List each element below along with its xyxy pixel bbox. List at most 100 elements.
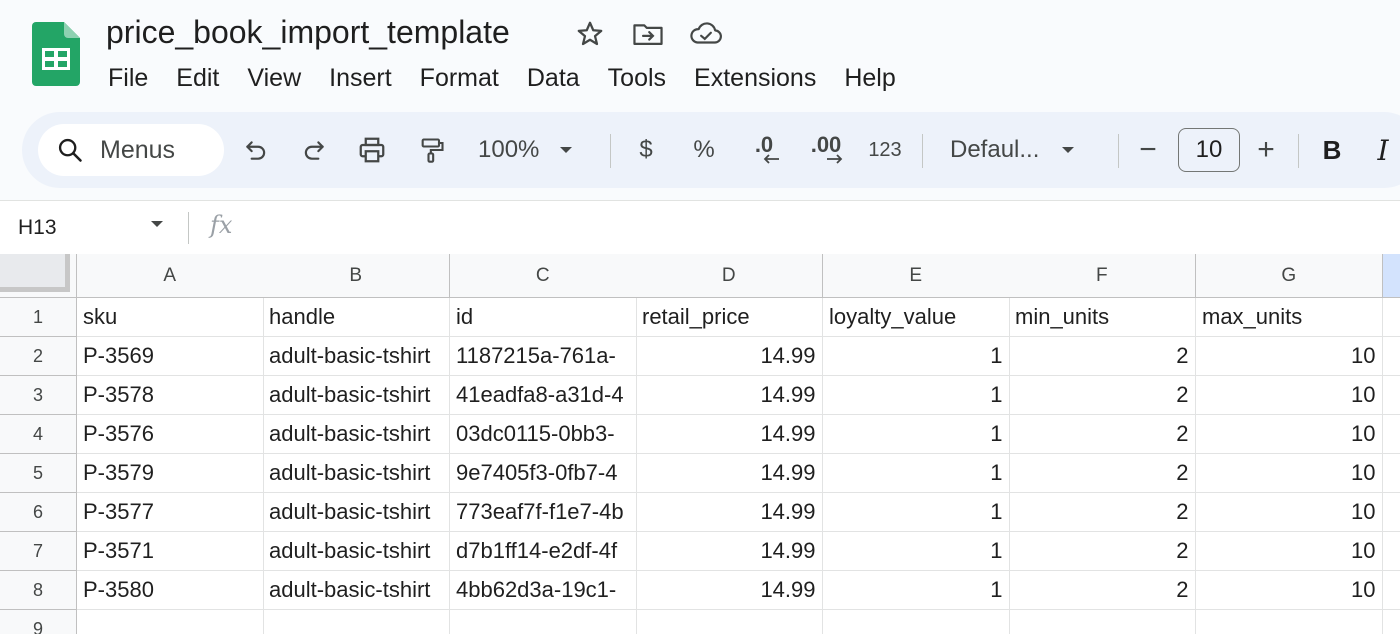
menu-format[interactable]: Format: [406, 58, 513, 98]
menu-file[interactable]: File: [94, 58, 162, 98]
data-cell[interactable]: 14.99: [636, 493, 823, 532]
empty-cell[interactable]: [1383, 532, 1400, 571]
data-cell[interactable]: 1: [823, 376, 1010, 415]
increase-font-size-button[interactable]: +: [1246, 124, 1286, 176]
empty-cell[interactable]: [1383, 415, 1400, 454]
data-cell[interactable]: 10: [1196, 337, 1383, 376]
percent-format-button[interactable]: %: [684, 124, 724, 176]
data-cell[interactable]: 14.99: [636, 337, 823, 376]
font-family-select[interactable]: Defaul...: [942, 124, 1122, 176]
font-size-input[interactable]: 10: [1178, 128, 1240, 172]
data-cell[interactable]: 2: [1009, 337, 1196, 376]
menu-extensions[interactable]: Extensions: [680, 58, 830, 98]
data-cell[interactable]: 14.99: [636, 376, 823, 415]
data-cell[interactable]: P-3577: [77, 493, 264, 532]
row-header[interactable]: 9: [0, 610, 77, 634]
column-header-b[interactable]: B: [263, 254, 450, 298]
data-cell[interactable]: 1187215a-761a-: [450, 337, 637, 376]
data-cell[interactable]: 1: [823, 571, 1010, 610]
column-header-e[interactable]: E: [823, 254, 1010, 298]
data-cell[interactable]: 10: [1196, 493, 1383, 532]
print-button[interactable]: [350, 124, 394, 176]
data-cell[interactable]: 10: [1196, 532, 1383, 571]
cloud-saved-icon[interactable]: [686, 14, 726, 54]
menu-tools[interactable]: Tools: [594, 58, 680, 98]
data-cell[interactable]: 2: [1009, 532, 1196, 571]
data-cell[interactable]: 41eadfa8-a31d-4: [450, 376, 637, 415]
column-header-c[interactable]: C: [450, 254, 637, 298]
header-cell[interactable]: retail_price: [636, 298, 823, 337]
data-cell[interactable]: 10: [1196, 376, 1383, 415]
empty-cell[interactable]: [1383, 298, 1400, 337]
row-header[interactable]: 1: [0, 298, 77, 337]
data-cell[interactable]: 4bb62d3a-19c1-: [450, 571, 637, 610]
menu-view[interactable]: View: [233, 58, 315, 98]
row-header[interactable]: 8: [0, 571, 77, 610]
data-cell[interactable]: 14.99: [636, 571, 823, 610]
header-cell[interactable]: max_units: [1196, 298, 1383, 337]
currency-format-button[interactable]: $: [626, 124, 666, 176]
column-header-h[interactable]: [1383, 254, 1400, 298]
empty-cell[interactable]: [1383, 454, 1400, 493]
menu-search[interactable]: Menus: [38, 124, 224, 176]
number-format-button[interactable]: 123: [862, 124, 908, 176]
menu-help[interactable]: Help: [830, 58, 909, 98]
data-cell[interactable]: P-3576: [77, 415, 264, 454]
data-cell[interactable]: 9e7405f3-0fb7-4: [450, 454, 637, 493]
undo-button[interactable]: [234, 124, 278, 176]
header-cell[interactable]: handle: [263, 298, 450, 337]
data-cell[interactable]: 10: [1196, 454, 1383, 493]
data-cell[interactable]: 2: [1009, 376, 1196, 415]
row-header[interactable]: 2: [0, 337, 77, 376]
sheets-logo-icon[interactable]: [32, 22, 80, 86]
empty-cell[interactable]: [1383, 337, 1400, 376]
header-cell[interactable]: loyalty_value: [823, 298, 1010, 337]
data-cell[interactable]: adult-basic-tshirt: [263, 454, 450, 493]
data-cell[interactable]: P-3579: [77, 454, 264, 493]
data-cell[interactable]: 1: [823, 415, 1010, 454]
data-cell[interactable]: adult-basic-tshirt: [263, 415, 450, 454]
data-cell[interactable]: P-3571: [77, 532, 264, 571]
data-cell[interactable]: adult-basic-tshirt: [263, 532, 450, 571]
header-cell[interactable]: sku: [77, 298, 264, 337]
menu-edit[interactable]: Edit: [162, 58, 233, 98]
empty-cell[interactable]: [1196, 610, 1383, 634]
data-cell[interactable]: adult-basic-tshirt: [263, 337, 450, 376]
empty-cell[interactable]: [1009, 610, 1196, 634]
row-header[interactable]: 5: [0, 454, 77, 493]
empty-cell[interactable]: [1383, 493, 1400, 532]
chevron-down-icon[interactable]: [150, 219, 164, 229]
data-cell[interactable]: 10: [1196, 415, 1383, 454]
data-cell[interactable]: adult-basic-tshirt: [263, 493, 450, 532]
italic-button[interactable]: I: [1368, 124, 1398, 176]
menu-data[interactable]: Data: [513, 58, 594, 98]
column-header-d[interactable]: D: [636, 254, 823, 298]
increase-decimal-button[interactable]: .00: [800, 124, 852, 176]
column-header-g[interactable]: G: [1196, 254, 1383, 298]
menu-insert[interactable]: Insert: [315, 58, 406, 98]
data-cell[interactable]: 14.99: [636, 415, 823, 454]
data-cell[interactable]: 2: [1009, 493, 1196, 532]
data-cell[interactable]: adult-basic-tshirt: [263, 376, 450, 415]
corner-freeze-handle[interactable]: [0, 254, 70, 292]
data-cell[interactable]: 10: [1196, 571, 1383, 610]
data-cell[interactable]: 03dc0115-0bb3-: [450, 415, 637, 454]
zoom-select[interactable]: 100%: [470, 124, 600, 176]
data-cell[interactable]: P-3569: [77, 337, 264, 376]
empty-cell[interactable]: [1383, 571, 1400, 610]
data-cell[interactable]: 773eaf7f-f1e7-4b: [450, 493, 637, 532]
empty-cell[interactable]: [77, 610, 264, 634]
data-cell[interactable]: 1: [823, 337, 1010, 376]
header-cell[interactable]: id: [450, 298, 637, 337]
header-cell[interactable]: min_units: [1009, 298, 1196, 337]
row-header[interactable]: 7: [0, 532, 77, 571]
sheet-grid[interactable]: A B C D E F G 1 sku handle id retail_price loyalty_v…: [0, 254, 1400, 634]
empty-cell[interactable]: [450, 610, 637, 634]
select-all-corner[interactable]: [0, 254, 77, 298]
row-header[interactable]: 6: [0, 493, 77, 532]
empty-cell[interactable]: [263, 610, 450, 634]
empty-cell[interactable]: [1383, 376, 1400, 415]
document-title[interactable]: price_book_import_template: [106, 12, 510, 52]
empty-cell[interactable]: [1383, 610, 1400, 634]
column-header-f[interactable]: F: [1009, 254, 1196, 298]
